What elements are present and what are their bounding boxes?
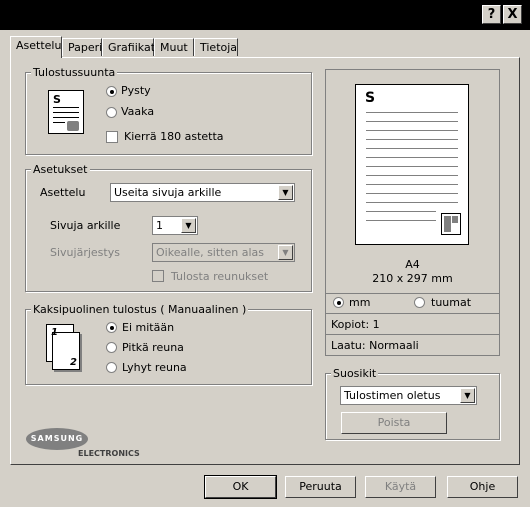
duplex-long-edge-radio[interactable] [106, 342, 117, 353]
chevron-down-icon[interactable]: ▼ [460, 388, 475, 403]
tab-asettelu[interactable]: Asettelu [10, 36, 62, 58]
unit-inch-label: tuumat [431, 296, 472, 309]
duplex-none-label: Ei mitään [122, 321, 175, 334]
orientation-landscape-radio[interactable] [106, 107, 117, 118]
copies-info: Kopiot: 1 [331, 318, 380, 331]
preview-separator [326, 293, 499, 294]
help-footer-button[interactable]: Ohje [447, 476, 518, 498]
duplex-none-radio[interactable] [106, 322, 117, 333]
duplex-page-2-label: 2 [70, 357, 77, 368]
print-borders-checkbox [152, 270, 164, 282]
chevron-down-icon[interactable]: ▼ [181, 218, 196, 233]
tab-paperi[interactable]: Paperi [62, 38, 102, 56]
paper-size: 210 x 297 mm [372, 272, 453, 285]
duplex-group-title: Kaksipuolinen tulostus ( Manuaalinen ) [31, 303, 249, 316]
duplex-short-edge-radio[interactable] [106, 362, 117, 373]
portrait-page-letter: S [53, 93, 61, 106]
rotate-180-checkbox[interactable] [106, 131, 118, 143]
ok-button[interactable]: OK [204, 475, 277, 499]
samsung-logo-brand: SAMSUNG [30, 434, 84, 443]
duplex-long-edge-label: Pitkä reuna [122, 341, 184, 354]
print-borders-label: Tulosta reunukset [171, 270, 269, 283]
favorites-select-value: Tulostimen oletus [344, 389, 441, 402]
preview-separator [326, 334, 499, 335]
quality-info: Laatu: Normaali [331, 339, 419, 352]
duplex-page-icon: 1 2 [46, 324, 82, 370]
pages-per-sheet-value: 1 [156, 219, 163, 232]
layout-label: Asettelu [40, 186, 86, 199]
portrait-page-icon: S [48, 90, 84, 134]
layout-select[interactable]: Useita sivuja arkille ▼ [110, 183, 295, 202]
orientation-landscape-label: Vaaka [121, 105, 155, 118]
unit-mm-radio[interactable] [333, 297, 344, 308]
layout-select-value: Useita sivuja arkille [114, 186, 222, 199]
tab-grafiikat[interactable]: Grafiikat [102, 38, 155, 56]
chevron-down-icon: ▼ [278, 245, 293, 260]
preview-image-icon [441, 213, 461, 235]
favorites-group-title: Suosikit [331, 367, 379, 380]
tab-tietoja[interactable]: Tietoja [194, 38, 238, 56]
unit-inch-radio[interactable] [414, 297, 425, 308]
unit-mm-label: mm [349, 296, 371, 309]
delete-favorite-button: Poista [341, 412, 447, 434]
preview-separator [326, 313, 499, 314]
pages-per-sheet-label: Sivuja arkille [50, 219, 121, 232]
page-order-value: Oikealle, sitten alas [156, 246, 264, 259]
duplex-short-edge-label: Lyhyt reuna [122, 361, 187, 374]
samsung-logo: SAMSUNG [26, 428, 88, 450]
page-order-select: Oikealle, sitten alas ▼ [152, 243, 295, 262]
pages-per-sheet-select[interactable]: 1 ▼ [152, 216, 198, 235]
orientation-portrait-radio[interactable] [106, 86, 117, 97]
samsung-logo-sub: ELECTRONICS [78, 449, 140, 458]
paper-name: A4 [405, 258, 420, 271]
cancel-button[interactable]: Peruuta [285, 476, 356, 498]
help-button[interactable]: ? [482, 5, 501, 24]
title-bar [0, 0, 530, 30]
close-button[interactable]: X [503, 5, 522, 24]
orientation-group-title: Tulostussuunta [31, 66, 118, 79]
settings-group-title: Asetukset [31, 163, 90, 176]
rotate-180-label: Kierrä 180 astetta [124, 130, 224, 143]
preview-page-letter: S [365, 90, 376, 106]
apply-button: Käytä [365, 476, 436, 498]
tab-muut[interactable]: Muut [154, 38, 194, 56]
duplex-page-1-label: 1 [51, 327, 58, 338]
preview-page: S [355, 84, 469, 245]
favorites-select[interactable]: Tulostimen oletus ▼ [340, 386, 477, 405]
page-order-label: Sivujärjestys [50, 246, 120, 259]
orientation-portrait-label: Pysty [121, 84, 151, 97]
chevron-down-icon[interactable]: ▼ [278, 185, 293, 200]
